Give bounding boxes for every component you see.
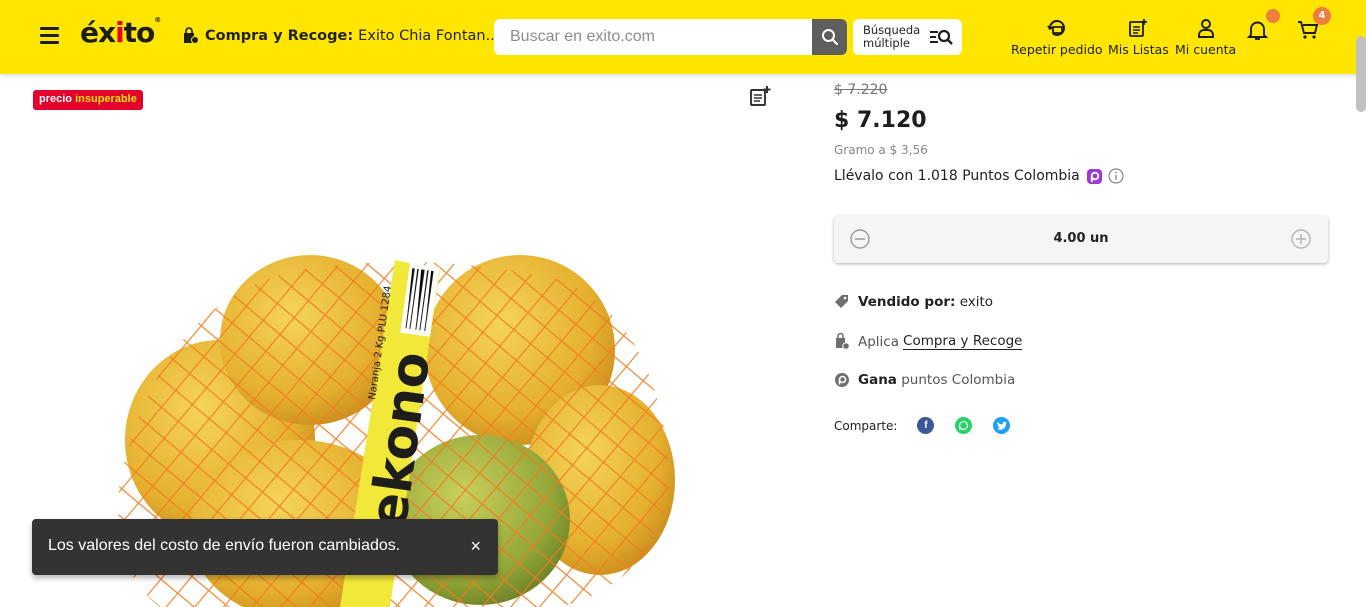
notifications-button[interactable] <box>1246 9 1280 45</box>
points-info: Llévalo con 1.018 Puntos Colombia <box>834 168 1124 184</box>
add-to-list-button[interactable] <box>749 85 771 111</box>
top-header: éxito® Compra y Recoge: Exito Chia Fonta… <box>0 0 1366 74</box>
exito-logo[interactable]: éxito® <box>80 16 161 49</box>
search-icon <box>821 29 838 46</box>
pickup-link[interactable]: Compra y Recoge <box>903 333 1023 350</box>
notification-dot <box>1266 9 1280 23</box>
applies-label: Aplica <box>858 333 900 350</box>
search-button[interactable] <box>812 19 847 55</box>
facebook-share-icon[interactable]: f <box>917 417 935 434</box>
menu-icon[interactable] <box>40 27 59 44</box>
tag-icon <box>835 295 848 308</box>
search-input[interactable] <box>494 19 812 55</box>
close-icon[interactable]: × <box>470 536 481 557</box>
share-row: Comparte: f <box>834 417 1011 434</box>
puntos-colombia-icon <box>1086 168 1102 184</box>
my-lists-label: Mis Listas <box>1108 42 1169 57</box>
scrollbar-thumb[interactable] <box>1356 36 1366 112</box>
bell-icon <box>1246 21 1269 40</box>
sold-by-row: Vendido por: exito <box>834 294 993 310</box>
quantity-stepper: 4.00 un <box>834 216 1328 263</box>
earn-value: puntos Colombia <box>901 372 1016 388</box>
promo-badge: precio insuperable <box>33 90 143 110</box>
toast-message: Los valores del costo de envío fueron ca… <box>48 537 401 554</box>
cart-button[interactable]: 4 <box>1297 7 1331 45</box>
points-value: 1.018 <box>917 168 958 184</box>
promo-badge-highlight: insuperable <box>75 93 137 105</box>
my-lists-link[interactable]: Mis Listas <box>1108 18 1169 57</box>
twitter-share-icon[interactable] <box>993 417 1011 434</box>
store-prefix: Compra y Recoge: <box>205 28 354 44</box>
unit-price: Gramo a $ 3,56 <box>834 143 928 157</box>
points-prefix: Llévalo con <box>834 168 914 184</box>
search-bar <box>494 19 847 55</box>
add-to-list-icon <box>750 86 771 106</box>
repeat-order-link[interactable]: Repetir pedido <box>1011 18 1103 57</box>
puntos-icon <box>835 373 849 387</box>
info-icon[interactable] <box>1108 168 1124 184</box>
points-suffix: Puntos Colombia <box>962 168 1080 184</box>
my-account-link[interactable]: Mi cuenta <box>1175 18 1236 57</box>
my-account-label: Mi cuenta <box>1175 42 1237 57</box>
cart-count-badge: 4 <box>1313 7 1331 25</box>
original-price: $ 7.220 <box>834 82 888 98</box>
store-pickup-icon <box>184 27 199 44</box>
earn-label: Gana <box>858 372 897 388</box>
store-pickup-icon <box>836 333 850 350</box>
pickup-row: Aplica Compra y Recoge <box>834 333 1023 350</box>
earn-points-row: Gana puntos Colombia <box>834 372 1015 388</box>
quantity-value: 4.00 un <box>1053 231 1109 246</box>
promo-badge-text: precio <box>39 93 73 105</box>
store-selector[interactable]: Compra y Recoge: Exito Chia Fontan... ❯ <box>181 27 519 45</box>
multi-search-icon <box>930 29 953 45</box>
reorder-icon <box>1047 19 1065 36</box>
sold-by-value: exito <box>959 294 994 310</box>
store-name: Exito Chia Fontan... <box>358 28 500 44</box>
notification-toast: Los valores del costo de envío fueron ca… <box>32 519 498 575</box>
multi-search-button[interactable]: Búsqueda múltiple <box>853 19 962 55</box>
user-icon <box>1197 19 1214 38</box>
sold-by-label: Vendido por: <box>858 294 956 310</box>
list-icon <box>1129 19 1148 37</box>
increase-quantity-button[interactable] <box>1291 229 1311 249</box>
repeat-order-label: Repetir pedido <box>1011 42 1103 57</box>
whatsapp-share-icon[interactable] <box>955 417 973 434</box>
current-price: $ 7.120 <box>834 108 927 133</box>
share-label: Comparte: <box>834 418 898 433</box>
